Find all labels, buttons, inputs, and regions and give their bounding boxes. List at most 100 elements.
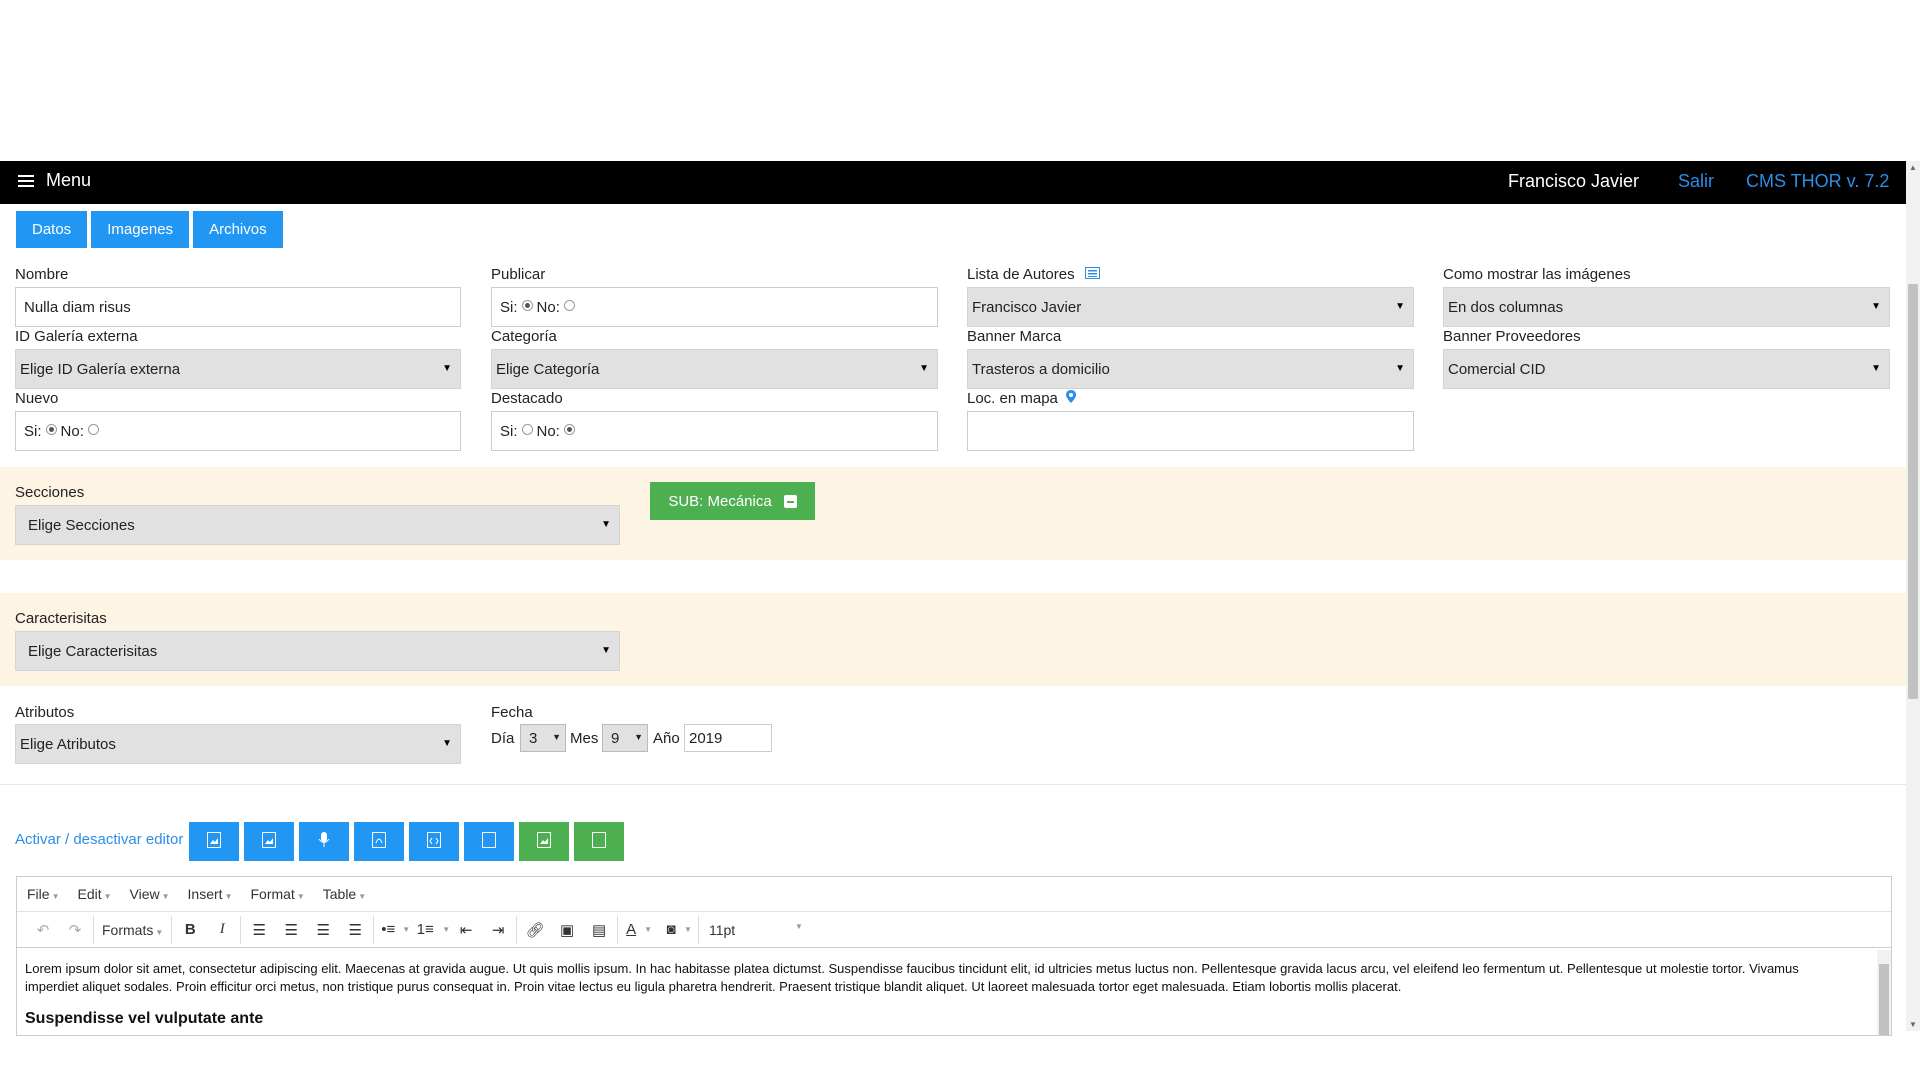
tab-archivos[interactable]: Archivos (193, 211, 283, 248)
editor-paragraph: Lorem ipsum dolor sit amet, consectetur … (25, 961, 1799, 994)
caret-icon[interactable]: ▼ (684, 925, 692, 934)
caracteristicas-select[interactable]: Elige Caracterisitas ▼ (15, 631, 620, 671)
autores-select[interactable]: Francisco Javier ▼ (967, 287, 1414, 327)
italic-icon[interactable]: I (206, 916, 238, 944)
dia-label: Día (491, 730, 515, 747)
banner-marca-value: Trasteros a domicilio (972, 360, 1110, 378)
tab-imagenes[interactable]: Imagenes (91, 211, 190, 248)
scroll-thumb[interactable] (1908, 284, 1918, 699)
version-link[interactable]: CMS THOR v. 7.2 (1746, 171, 1889, 192)
galeria-value: Elige ID Galería externa (20, 360, 181, 378)
menu-edit[interactable]: Edit ▼ (77, 886, 111, 902)
numbered-list-icon[interactable]: 1≡ (410, 916, 440, 944)
nombre-input[interactable]: Nulla diam risus (15, 287, 461, 327)
file-tool-button[interactable] (464, 822, 514, 861)
editor-content[interactable]: Lorem ipsum dolor sit amet, consectetur … (17, 948, 1891, 1035)
chevron-down-icon: ▼ (601, 645, 611, 656)
menu-file[interactable]: File ▼ (27, 886, 59, 902)
logout-link[interactable]: Salir (1678, 171, 1714, 192)
banner-proveedores-select[interactable]: Comercial CID ▼ (1443, 349, 1890, 389)
autores-label: Lista de Autores (967, 266, 1100, 283)
secciones-label: Secciones (15, 484, 85, 501)
chevron-down-icon: ▼ (601, 519, 611, 530)
font-size-dropdown[interactable]: 11pt ▼ (701, 922, 811, 938)
list-icon[interactable] (1084, 267, 1100, 279)
seccion-chip-label: SUB: Mecánica (668, 492, 772, 510)
editor-scroll-thumb[interactable] (1879, 964, 1889, 1035)
menu-label: Menu (46, 170, 92, 190)
file-tool-button[interactable] (189, 822, 239, 861)
galeria-select[interactable]: Elige ID Galería externa ▼ (15, 349, 461, 389)
indent-icon[interactable]: ⇥ (482, 916, 514, 944)
align-left-icon[interactable]: ☰ (243, 916, 275, 944)
mostrar-imagenes-select[interactable]: En dos columnas ▼ (1443, 287, 1890, 327)
file-tool-button[interactable] (354, 822, 404, 861)
dia-select[interactable]: 3 ▼ (520, 724, 566, 752)
nuevo-si-radio[interactable] (45, 423, 57, 435)
destacado-no-radio[interactable] (563, 423, 575, 435)
background-color-icon[interactable]: ◙ (660, 916, 682, 944)
file-tool-button[interactable] (574, 822, 624, 861)
scroll-down-icon[interactable]: ▼ (1909, 1020, 1917, 1029)
publicar-no-radio[interactable] (563, 299, 575, 311)
formats-dropdown[interactable]: Formats ▼ (96, 922, 169, 938)
file-tool-button[interactable] (409, 822, 459, 861)
redo-icon[interactable]: ↷ (59, 916, 91, 944)
undo-icon[interactable]: ↶ (27, 916, 59, 944)
align-right-icon[interactable]: ☰ (307, 916, 339, 944)
map-marker-icon[interactable] (1066, 390, 1077, 403)
align-center-icon[interactable]: ☰ (275, 916, 307, 944)
menu-button[interactable]: Menu (18, 170, 91, 191)
bold-icon[interactable]: B (174, 916, 206, 944)
image-icon[interactable]: ▣ (551, 916, 583, 944)
link-icon[interactable]: 🔗︎ (519, 916, 551, 944)
align-justify-icon[interactable]: ☰ (339, 916, 371, 944)
blank-file-icon (482, 831, 496, 852)
categoria-select[interactable]: Elige Categoría ▼ (491, 349, 938, 389)
editor-toggle-link[interactable]: Activar / desactivar editor (15, 831, 183, 848)
anio-input[interactable]: 2019 (684, 724, 772, 752)
font-size-value: 11pt (708, 921, 736, 938)
blank-file-icon (592, 831, 606, 852)
secciones-select[interactable]: Elige Secciones ▼ (15, 505, 620, 545)
formats-label: Formats (102, 921, 154, 938)
menu-table[interactable]: Table ▼ (323, 886, 366, 902)
caret-icon[interactable]: ▼ (402, 925, 410, 934)
chevron-down-icon: ▼ (1395, 363, 1405, 374)
toolbar-separator (516, 915, 518, 944)
chevron-down-icon: ▼ (1871, 363, 1881, 374)
menu-insert[interactable]: Insert ▼ (188, 886, 233, 902)
destacado-si-radio[interactable] (521, 423, 533, 435)
caret-icon[interactable]: ▼ (442, 925, 450, 934)
divider (0, 784, 1906, 785)
mapa-input[interactable] (967, 411, 1414, 451)
editor-scrollbar[interactable] (1877, 950, 1891, 1035)
caret-icon: ▼ (358, 892, 367, 901)
page-scrollbar[interactable]: ▲ ▼ (1906, 161, 1920, 1031)
editor-heading: Suspendisse vel vulputate ante (25, 1010, 264, 1027)
file-tool-button[interactable] (244, 822, 294, 861)
image-file-icon (537, 831, 551, 852)
publicar-si-radio[interactable] (521, 299, 533, 311)
nuevo-no-radio[interactable] (87, 423, 99, 435)
menu-view[interactable]: View ▼ (130, 886, 170, 902)
text-color-icon[interactable]: A (620, 916, 642, 944)
file-tool-button[interactable] (299, 822, 349, 861)
mes-select[interactable]: 9 ▼ (602, 724, 648, 752)
bullet-list-icon[interactable]: •≡ (376, 916, 400, 944)
menu-table-label: Table (322, 886, 357, 902)
outdent-icon[interactable]: ⇤ (450, 916, 482, 944)
menu-format[interactable]: Format ▼ (250, 886, 304, 902)
file-tool-button[interactable] (519, 822, 569, 861)
chevron-down-icon: ▼ (1871, 301, 1881, 312)
banner-marca-select[interactable]: Trasteros a domicilio ▼ (967, 349, 1414, 389)
media-icon[interactable]: ▤ (583, 916, 615, 944)
seccion-chip-mecanica[interactable]: SUB: Mecánica (650, 482, 815, 520)
atributos-value: Elige Atributos (20, 735, 116, 753)
atributos-select[interactable]: Elige Atributos ▼ (15, 724, 461, 764)
caret-icon[interactable]: ▼ (644, 925, 652, 934)
remove-icon[interactable] (783, 494, 797, 508)
tab-datos[interactable]: Datos (16, 211, 88, 248)
microphone-icon (317, 831, 331, 852)
scroll-up-icon[interactable]: ▲ (1909, 163, 1917, 172)
